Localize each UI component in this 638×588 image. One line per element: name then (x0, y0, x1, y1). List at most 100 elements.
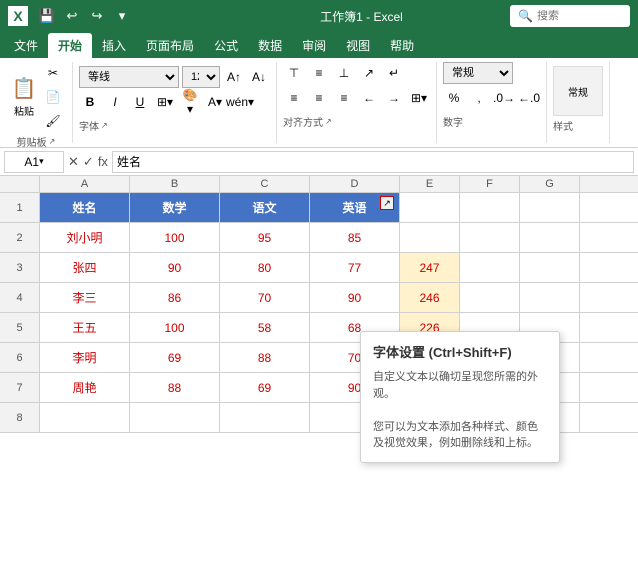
row-header-5[interactable]: 5 (0, 313, 40, 343)
cell-c6[interactable]: 88 (220, 343, 310, 372)
cell-a1[interactable]: 姓名 (40, 193, 130, 222)
cell-c2[interactable]: 95 (220, 223, 310, 252)
cell-a3[interactable]: 张四 (40, 253, 130, 282)
tab-view[interactable]: 视图 (336, 33, 380, 58)
cell-f2[interactable] (460, 223, 520, 252)
redo-button[interactable]: ↪ (86, 5, 108, 27)
col-header-a[interactable]: A (40, 176, 130, 192)
cell-c3[interactable]: 80 (220, 253, 310, 282)
row-header-6[interactable]: 6 (0, 343, 40, 373)
cell-e2[interactable] (400, 223, 460, 252)
cell-b1[interactable]: 数学 (130, 193, 220, 222)
cell-reference-box[interactable]: A1 ▾ (4, 151, 64, 173)
col-header-d[interactable]: D (310, 176, 400, 192)
paste-button[interactable]: 📋 粘贴 (8, 73, 40, 121)
font-dialog-launcher[interactable]: ↗ (380, 196, 394, 210)
cell-a6[interactable]: 李明 (40, 343, 130, 372)
align-center-button[interactable]: ≡ (308, 87, 330, 109)
tab-file[interactable]: 文件 (4, 33, 48, 58)
cell-b7[interactable]: 88 (130, 373, 220, 402)
tab-review[interactable]: 审阅 (292, 33, 336, 58)
align-bottom-button[interactable]: ⊥ (333, 62, 355, 84)
tab-help[interactable]: 帮助 (380, 33, 424, 58)
col-header-b[interactable]: B (130, 176, 220, 192)
cell-c5[interactable]: 58 (220, 313, 310, 342)
formula-input[interactable]: 姓名 (112, 151, 634, 173)
number-format-select[interactable]: 常规 (443, 62, 513, 84)
comma-button[interactable]: , (468, 87, 490, 109)
fill-color-button[interactable]: 🎨▾ (179, 91, 201, 113)
col-header-e[interactable]: E (400, 176, 460, 192)
bold-button[interactable]: B (79, 91, 101, 113)
search-box[interactable]: 🔍 (510, 5, 630, 27)
cell-f4[interactable] (460, 283, 520, 312)
cell-b4[interactable]: 86 (130, 283, 220, 312)
col-header-c[interactable]: C (220, 176, 310, 192)
cell-g1[interactable] (520, 193, 580, 222)
align-top-button[interactable]: ⊤ (283, 62, 305, 84)
insert-function-icon[interactable]: fx (98, 154, 108, 169)
font-color-button[interactable]: A▾ (204, 91, 226, 113)
row-header-3[interactable]: 3 (0, 253, 40, 283)
indent-less-button[interactable]: ← (358, 87, 380, 109)
indent-more-button[interactable]: → (383, 87, 405, 109)
underline-button[interactable]: U (129, 91, 151, 113)
cell-a8[interactable] (40, 403, 130, 432)
align-middle-button[interactable]: ≡ (308, 62, 330, 84)
undo-button[interactable]: ↩ (61, 5, 83, 27)
decrease-decimal-button[interactable]: ←.0 (518, 87, 540, 109)
tab-page-layout[interactable]: 页面布局 (136, 33, 204, 58)
row-header-8[interactable]: 8 (0, 403, 40, 433)
cell-b3[interactable]: 90 (130, 253, 220, 282)
cell-a4[interactable]: 李三 (40, 283, 130, 312)
quick-access-more[interactable]: ▾ (111, 5, 133, 27)
search-input[interactable] (537, 10, 627, 22)
font-family-select[interactable]: 等线 (79, 66, 179, 88)
cell-c8[interactable] (220, 403, 310, 432)
font-size-select[interactable]: 12 (182, 66, 220, 88)
cancel-formula-icon[interactable]: ✕ (68, 154, 79, 170)
format-painter-button[interactable]: 🖌 (42, 110, 64, 132)
font-special-button[interactable]: wén▾ (229, 91, 251, 113)
tab-formula[interactable]: 公式 (204, 33, 248, 58)
cell-e1[interactable] (400, 193, 460, 222)
increase-font-size-button[interactable]: A↑ (223, 66, 245, 88)
border-button[interactable]: ⊞▾ (154, 91, 176, 113)
cell-b8[interactable] (130, 403, 220, 432)
cell-g4[interactable] (520, 283, 580, 312)
italic-button[interactable]: I (104, 91, 126, 113)
cell-f1[interactable] (460, 193, 520, 222)
cell-g2[interactable] (520, 223, 580, 252)
decrease-font-size-button[interactable]: A↓ (248, 66, 270, 88)
cell-b6[interactable]: 69 (130, 343, 220, 372)
increase-decimal-button[interactable]: .0→ (493, 87, 515, 109)
cell-g3[interactable] (520, 253, 580, 282)
cell-c4[interactable]: 70 (220, 283, 310, 312)
wrap-text-button[interactable]: ↵ (383, 62, 405, 84)
tab-insert[interactable]: 插入 (92, 33, 136, 58)
cell-c1[interactable]: 语文 (220, 193, 310, 222)
row-header-4[interactable]: 4 (0, 283, 40, 313)
cell-b5[interactable]: 100 (130, 313, 220, 342)
confirm-formula-icon[interactable]: ✓ (83, 154, 94, 170)
cell-b2[interactable]: 100 (130, 223, 220, 252)
col-header-g[interactable]: G (520, 176, 580, 192)
cell-a7[interactable]: 周艳 (40, 373, 130, 402)
cell-a2[interactable]: 刘小明 (40, 223, 130, 252)
row-header-2[interactable]: 2 (0, 223, 40, 253)
cell-a5[interactable]: 王五 (40, 313, 130, 342)
row-header-1[interactable]: 1 (0, 193, 40, 223)
merge-center-button[interactable]: ⊞▾ (408, 87, 430, 109)
tab-home[interactable]: 开始 (48, 33, 92, 58)
cell-c7[interactable]: 69 (220, 373, 310, 402)
cell-e3[interactable]: 247 (400, 253, 460, 282)
cell-f3[interactable] (460, 253, 520, 282)
cell-style-preview[interactable]: 常规 (553, 66, 603, 116)
text-direction-button[interactable]: ↗ (358, 62, 380, 84)
tab-data[interactable]: 数据 (248, 33, 292, 58)
cell-e4[interactable]: 246 (400, 283, 460, 312)
cell-d2[interactable]: 85 (310, 223, 400, 252)
col-header-f[interactable]: F (460, 176, 520, 192)
percent-button[interactable]: % (443, 87, 465, 109)
cut-button[interactable]: ✂ (42, 62, 64, 84)
